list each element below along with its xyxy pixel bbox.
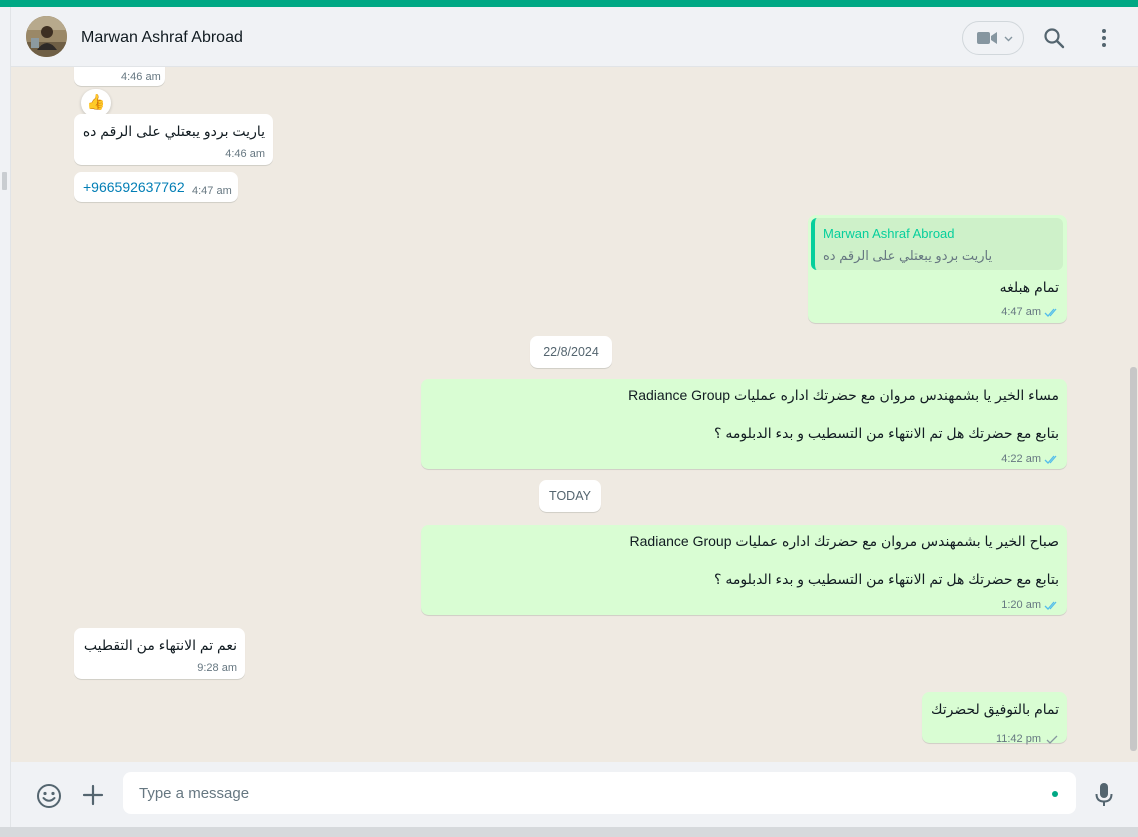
app-top-accent-bar xyxy=(0,0,1138,7)
message-bubble-outgoing[interactable]: Marwan Ashraf Abroad ياريت بردو يبعتلي ع… xyxy=(808,215,1067,323)
message-bubble-incoming[interactable]: +966592637762 4:47 am xyxy=(74,172,238,202)
plus-icon[interactable] xyxy=(81,783,105,807)
message-text: تمام هبلغه xyxy=(999,279,1059,295)
video-call-icon xyxy=(977,32,997,44)
edge-marker xyxy=(2,172,7,190)
message-text: تمام بالتوفيق لحضرتك xyxy=(930,701,1059,717)
message-bubble-outgoing[interactable]: صباح الخير يا بشمهندس مروان مع حضرتك ادا… xyxy=(421,525,1067,615)
message-list[interactable]: 4:46 am 👍 ياريت بردو يبعتلي على الرقم ده… xyxy=(11,67,1138,762)
message-bubble-outgoing[interactable]: تمام بالتوفيق لحضرتك 11:42 pm xyxy=(922,692,1067,745)
message-text: ياريت بردو يبعتلي على الرقم ده xyxy=(82,123,265,139)
compose-bar xyxy=(11,762,1138,827)
message-bubble-incoming[interactable]: ياريت بردو يبعتلي على الرقم ده 4:46 am xyxy=(74,114,273,165)
contact-name[interactable]: Marwan Ashraf Abroad xyxy=(81,29,243,47)
message-time: 4:46 am xyxy=(225,148,265,160)
message-text-line: مساء الخير يا بشمهندس مروان مع حضرتك ادا… xyxy=(628,387,1059,403)
avatar-image xyxy=(26,16,67,57)
message-time: 1:20 am xyxy=(1001,599,1041,611)
emoji-icon[interactable] xyxy=(36,783,62,809)
chevron-down-icon xyxy=(1004,36,1013,42)
phone-number-link[interactable]: +966592637762 xyxy=(83,179,185,195)
message-time: 9:28 am xyxy=(197,662,237,674)
search-icon[interactable] xyxy=(1042,26,1066,50)
read-ticks-icon xyxy=(1044,455,1057,464)
bottom-window-edge xyxy=(0,827,1138,837)
chat-header[interactable]: Marwan Ashraf Abroad xyxy=(11,7,1138,67)
message-time: 4:46 am xyxy=(121,71,161,83)
message-time: 4:47 am xyxy=(1001,306,1041,318)
read-ticks-icon xyxy=(1044,601,1057,610)
message-text: نعم تم الانتهاء من التقطيب xyxy=(83,637,237,653)
input-status-dot xyxy=(1052,791,1058,797)
microphone-icon[interactable] xyxy=(1094,782,1114,808)
message-text-line: صباح الخير يا بشمهندس مروان مع حضرتك ادا… xyxy=(629,533,1059,549)
message-input[interactable] xyxy=(123,772,1076,814)
message-text-line: بتابع مع حضرتك هل تم الانتهاء من التسطيب… xyxy=(714,571,1059,587)
quoted-text: ياريت بردو يبعتلي على الرقم ده xyxy=(823,248,993,263)
date-divider: TODAY xyxy=(539,480,601,512)
message-time: 11:42 pm xyxy=(995,733,1041,745)
message-bubble-outgoing[interactable]: مساء الخير يا بشمهندس مروان مع حضرتك ادا… xyxy=(421,379,1067,469)
quoted-author: Marwan Ashraf Abroad xyxy=(823,226,955,241)
message-text-line: بتابع مع حضرتك هل تم الانتهاء من التسطيب… xyxy=(714,425,1059,441)
left-window-edge xyxy=(0,7,11,827)
read-ticks-icon xyxy=(1044,308,1057,317)
message-time: 4:22 am xyxy=(1001,453,1041,465)
message-bubble-incoming[interactable]: 4:46 am xyxy=(74,67,165,86)
chat-window: Marwan Ashraf Abroad 4:46 am 👍 ياريت برد… xyxy=(11,7,1138,827)
date-divider: 22/8/2024 xyxy=(530,336,612,368)
kebab-menu-icon[interactable] xyxy=(1094,26,1114,50)
sent-tick-icon xyxy=(1046,735,1058,744)
quoted-message[interactable]: Marwan Ashraf Abroad ياريت بردو يبعتلي ع… xyxy=(811,218,1063,270)
message-bubble-incoming[interactable]: نعم تم الانتهاء من التقطيب 9:28 am xyxy=(74,628,245,679)
reaction-badge[interactable]: 👍 xyxy=(81,89,111,117)
avatar[interactable] xyxy=(26,16,67,57)
chat-scrollbar[interactable] xyxy=(1130,367,1137,751)
video-call-button[interactable] xyxy=(962,21,1024,55)
message-time: 4:47 am xyxy=(192,185,232,197)
